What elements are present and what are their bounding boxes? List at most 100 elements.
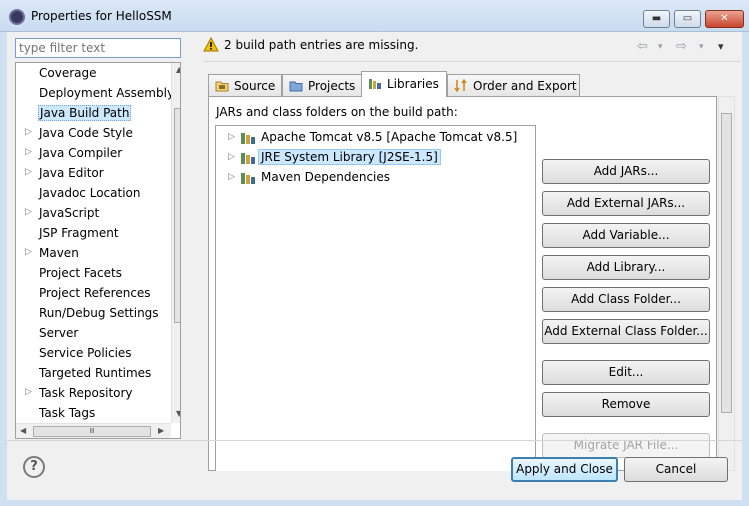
tab-label: Source (234, 79, 276, 93)
warning-icon (203, 37, 219, 52)
header-separator (203, 61, 741, 62)
migrate-jar-button[interactable]: Migrate JAR File... (542, 433, 710, 458)
nav-item-service-policies[interactable]: Service Policies (16, 344, 171, 364)
nav-item-task-repository[interactable]: ▷ Task Repository (16, 384, 171, 404)
expand-arrow-icon[interactable]: ▷ (228, 152, 235, 162)
scroll-thumb[interactable]: Ⅲ (33, 426, 151, 437)
expand-arrow-icon[interactable]: ▷ (228, 172, 235, 182)
title-bar: Properties for HelloSSM ▬ ▭ ✕ (0, 0, 749, 32)
nav-item-label: Java Compiler (39, 146, 123, 160)
library-icon (241, 173, 255, 184)
back-arrow-icon[interactable]: ⇦ (637, 39, 648, 54)
scroll-thumb[interactable] (174, 108, 180, 323)
nav-item-targeted-runtimes[interactable]: Targeted Runtimes (16, 364, 171, 384)
nav-item-java-code-style[interactable]: ▷ Java Code Style (16, 124, 171, 144)
property-page-tree: Coverage Deployment Assembly Java Build … (15, 62, 181, 439)
nav-item-label: Java Build Path (38, 105, 132, 121)
filter-input[interactable] (15, 38, 181, 58)
nav-item-label: Project References (39, 286, 151, 300)
nav-item-label: Server (39, 326, 79, 340)
expand-arrow-icon[interactable]: ▷ (25, 207, 32, 217)
add-external-jars-button[interactable]: Add External JARs... (542, 191, 710, 216)
library-icon (241, 153, 255, 164)
add-variable-button[interactable]: Add Variable... (542, 223, 710, 248)
nav-item-label: Coverage (39, 66, 97, 80)
scroll-thumb[interactable] (721, 113, 732, 413)
nav-item-label: Maven (39, 246, 79, 260)
apply-and-close-button[interactable]: Apply and Close (511, 457, 618, 482)
add-class-folder-button[interactable]: Add Class Folder... (542, 287, 710, 312)
scroll-right-icon[interactable]: ▶ (158, 426, 164, 435)
library-entry-jre[interactable]: ▷ JRE System Library [J2SE-1.5] (216, 148, 516, 168)
window-title: Properties for HelloSSM (31, 9, 172, 23)
menu-dropdown-icon[interactable]: ▾ (718, 40, 724, 53)
build-path-caption: JARs and class folders on the build path… (216, 105, 458, 119)
order-export-icon (454, 79, 467, 92)
library-entry-tomcat[interactable]: ▷ Apache Tomcat v8.5 [Apache Tomcat v8.5… (216, 128, 518, 148)
source-folder-icon (215, 81, 229, 92)
tree-vertical-scrollbar[interactable]: ▲ ▼ (171, 63, 180, 423)
cancel-button[interactable]: Cancel (624, 457, 728, 482)
tab-libraries[interactable]: Libraries (361, 71, 447, 97)
remove-button[interactable]: Remove (542, 392, 710, 417)
add-external-class-folder-button[interactable]: Add External Class Folder... (542, 319, 710, 344)
tab-order-and-export[interactable]: Order and Export (447, 74, 580, 96)
nav-item-deployment-assembly[interactable]: Deployment Assembly (16, 84, 175, 104)
nav-item-server[interactable]: Server (16, 324, 171, 344)
back-dropdown-icon[interactable]: ▾ (658, 42, 663, 52)
tab-label: Order and Export (473, 79, 577, 93)
nav-item-label: Targeted Runtimes (39, 366, 152, 380)
nav-item-run-debug-settings[interactable]: Run/Debug Settings (16, 304, 171, 324)
nav-item-javascript[interactable]: ▷ JavaScript (16, 204, 171, 224)
project-folder-icon (289, 81, 303, 92)
nav-item-label: JSP Fragment (39, 226, 119, 240)
library-entry-label: Maven Dependencies (261, 170, 391, 184)
close-button[interactable]: ✕ (705, 10, 744, 28)
nav-item-java-editor[interactable]: ▷ Java Editor (16, 164, 171, 184)
expand-arrow-icon[interactable]: ▷ (228, 132, 235, 142)
eclipse-icon (9, 9, 25, 25)
forward-dropdown-icon[interactable]: ▾ (699, 42, 704, 52)
nav-item-java-compiler[interactable]: ▷ Java Compiler (16, 144, 171, 164)
nav-item-java-build-path[interactable]: Java Build Path (16, 104, 171, 124)
libraries-panel: JARs and class folders on the build path… (208, 96, 717, 471)
scroll-up-icon[interactable]: ▲ (176, 65, 180, 74)
scroll-left-icon[interactable]: ◀ (20, 426, 26, 435)
nav-item-label: Task Tags (39, 406, 96, 420)
nav-item-maven[interactable]: ▷ Maven (16, 244, 171, 264)
tree-horizontal-scrollbar[interactable]: ◀ Ⅲ ▶ (16, 423, 171, 438)
library-icon (241, 133, 255, 144)
footer-separator (7, 440, 742, 441)
nav-item-label: Service Policies (39, 346, 132, 360)
forward-arrow-icon[interactable]: ⇨ (676, 39, 687, 54)
expand-arrow-icon[interactable]: ▷ (25, 387, 32, 397)
expand-arrow-icon[interactable]: ▷ (25, 247, 32, 257)
tab-label: Projects (308, 79, 356, 93)
help-icon[interactable]: ? (23, 456, 45, 478)
nav-item-label: Deployment Assembly (39, 86, 175, 100)
nav-item-project-references[interactable]: Project References (16, 284, 171, 304)
nav-item-label: Project Facets (39, 266, 122, 280)
dialog-client-area: Coverage Deployment Assembly Java Build … (7, 32, 742, 500)
nav-item-javadoc-location[interactable]: Javadoc Location (16, 184, 171, 204)
edit-button[interactable]: Edit... (542, 360, 710, 385)
expand-arrow-icon[interactable]: ▷ (25, 167, 32, 177)
tab-source[interactable]: Source (208, 74, 282, 96)
nav-item-coverage[interactable]: Coverage (16, 64, 171, 84)
library-entry-maven[interactable]: ▷ Maven Dependencies (216, 168, 516, 188)
scroll-down-icon[interactable]: ▼ (176, 409, 180, 418)
nav-item-project-facets[interactable]: Project Facets (16, 264, 171, 284)
minimize-button[interactable]: ▬ (643, 10, 670, 28)
library-entry-label: Apache Tomcat v8.5 [Apache Tomcat v8.5] (261, 130, 518, 144)
tab-projects[interactable]: Projects (282, 74, 362, 96)
nav-item-jsp-fragment[interactable]: JSP Fragment (16, 224, 171, 244)
expand-arrow-icon[interactable]: ▷ (25, 127, 32, 137)
expand-arrow-icon[interactable]: ▷ (25, 147, 32, 157)
add-jars-button[interactable]: Add JARs... (542, 159, 710, 184)
nav-item-label: JavaScript (39, 206, 100, 220)
nav-item-label: Task Repository (39, 386, 133, 400)
panel-vertical-scrollbar[interactable] (718, 96, 735, 471)
nav-item-task-tags[interactable]: Task Tags (16, 404, 171, 424)
maximize-button[interactable]: ▭ (674, 10, 701, 28)
add-library-button[interactable]: Add Library... (542, 255, 710, 280)
